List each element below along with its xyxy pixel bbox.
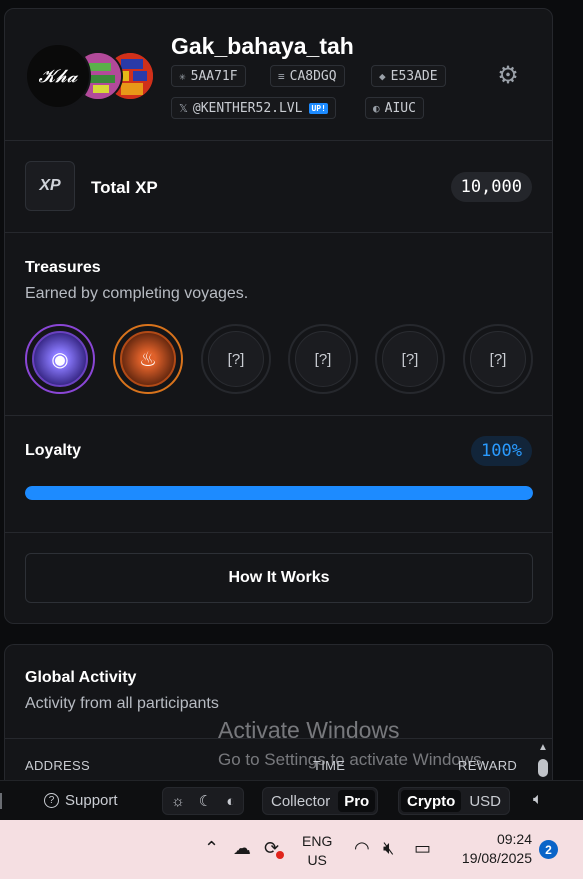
help-circle-icon: ? bbox=[44, 793, 59, 808]
profile-header: 𝓚𝓱𝓪 Gak_bahaya_tah ✳ 5AA71F ≡ CA8DGQ ◆ E… bbox=[5, 9, 552, 141]
treasures-subtitle: Earned by completing voyages. bbox=[25, 285, 249, 302]
chip-label: CA8DGQ bbox=[289, 68, 337, 84]
system-clock[interactable]: 09:24 19/08/2025 bbox=[452, 830, 532, 868]
activation-watermark-title: Activate Windows bbox=[218, 717, 400, 743]
chip-label: AIUC bbox=[384, 100, 416, 116]
activation-watermark-subtitle: Go to Settings to activate Windows. bbox=[218, 750, 487, 769]
scroll-up-icon[interactable]: ▲ bbox=[538, 742, 548, 753]
loyalty-progress-bar bbox=[25, 486, 533, 500]
treasure-badge-earned[interactable]: ♨ bbox=[113, 324, 183, 394]
avatar-text: 𝓚𝓱𝓪 bbox=[38, 65, 78, 86]
currency-toggle: Crypto USD bbox=[398, 787, 511, 815]
ethereum-icon: ◆ bbox=[379, 69, 386, 83]
currency-option-crypto[interactable]: Crypto bbox=[401, 790, 462, 812]
column-header-address[interactable]: ADDRESS bbox=[25, 758, 90, 773]
support-link[interactable]: ? Support bbox=[44, 792, 118, 809]
question-icon: [?] bbox=[295, 331, 351, 387]
language-indicator[interactable]: ENG US bbox=[302, 832, 332, 870]
treasure-list: ◉ ♨ [?] [?] [?] [?] bbox=[25, 324, 535, 394]
xp-value: 10,000 bbox=[450, 172, 532, 202]
how-it-works-section: How It Works bbox=[5, 533, 552, 623]
swirl-icon: ◉ bbox=[32, 331, 88, 387]
chip-label: 5AA71F bbox=[190, 68, 238, 84]
treasures-section: Treasures Earned by completing voyages. … bbox=[5, 233, 552, 416]
contrast-icon[interactable]: ◐ bbox=[220, 790, 241, 812]
theme-toggle: ☼ ☾ ◐ bbox=[162, 787, 245, 815]
cloud-offline-icon[interactable]: ☁ bbox=[233, 838, 251, 859]
muted-speaker-icon[interactable]: 🔇︎ bbox=[383, 838, 394, 859]
x-icon: 𝕏 bbox=[179, 101, 188, 115]
loyalty-section: Loyalty 100% bbox=[5, 416, 552, 533]
region-code: US bbox=[307, 852, 327, 868]
notification-count-badge[interactable]: 2 bbox=[539, 840, 558, 859]
scroll-thumb[interactable] bbox=[538, 759, 548, 777]
avatar[interactable]: 𝓚𝓱𝓪 bbox=[25, 43, 91, 109]
chip-label: @KENTHER52.LVL bbox=[192, 100, 303, 116]
profile-card: 𝓚𝓱𝓪 Gak_bahaya_tah ✳ 5AA71F ≡ CA8DGQ ◆ E… bbox=[4, 8, 553, 624]
language-code: ENG bbox=[302, 833, 333, 849]
wallet-chip-1[interactable]: ✳ 5AA71F bbox=[171, 65, 246, 87]
currency-option-usd[interactable]: USD bbox=[463, 790, 507, 812]
question-icon: [?] bbox=[470, 331, 526, 387]
xp-logo-icon: XP bbox=[25, 161, 75, 211]
treasure-badge-locked[interactable]: [?] bbox=[375, 324, 445, 394]
app-footer-bar: ? Support ☼ ☾ ◐ Collector Pro Crypto USD… bbox=[0, 780, 583, 820]
discord-chip[interactable]: ◐ AIUC bbox=[365, 97, 424, 119]
speaker-icon[interactable]: 🔈︎ bbox=[533, 791, 543, 809]
activity-title: Global Activity bbox=[25, 669, 137, 686]
xp-label: Total XP bbox=[91, 178, 158, 197]
treasure-badge-locked[interactable]: [?] bbox=[288, 324, 358, 394]
wifi-icon[interactable]: ◠ bbox=[354, 838, 370, 859]
wallet-chip-2[interactable]: ≡ CA8DGQ bbox=[270, 65, 345, 87]
up-badge: UP! bbox=[309, 102, 328, 114]
stack-icon: ≡ bbox=[278, 69, 285, 83]
mode-toggle: Collector Pro bbox=[262, 787, 379, 815]
treasure-badge-earned[interactable]: ◉ bbox=[25, 324, 95, 394]
battery-icon[interactable]: ▭ bbox=[414, 838, 431, 859]
loyalty-percent: 100% bbox=[471, 436, 532, 466]
support-label: Support bbox=[65, 792, 118, 809]
total-xp-row: XP Total XP 10,000 bbox=[5, 141, 552, 233]
username: Gak_bahaya_tah bbox=[171, 33, 354, 59]
x-account-chip[interactable]: 𝕏 @KENTHER52.LVL UP! bbox=[171, 97, 336, 119]
clock-date: 19/08/2025 bbox=[461, 850, 532, 866]
loyalty-title: Loyalty bbox=[25, 442, 82, 459]
moon-icon[interactable]: ☾ bbox=[193, 790, 218, 812]
question-icon: [?] bbox=[382, 331, 438, 387]
clock-time: 09:24 bbox=[496, 831, 532, 847]
divider bbox=[0, 793, 2, 809]
avatar-group[interactable]: 𝓚𝓱𝓪 bbox=[25, 43, 160, 109]
mode-option-pro[interactable]: Pro bbox=[338, 790, 376, 812]
alert-dot-icon bbox=[276, 851, 284, 859]
treasures-title: Treasures bbox=[25, 259, 101, 276]
sun-icon[interactable]: ☼ bbox=[165, 790, 191, 812]
sparkle-icon: ✳ bbox=[179, 69, 186, 83]
chip-label: E53ADE bbox=[390, 68, 438, 84]
discord-icon: ◐ bbox=[373, 101, 380, 115]
settings-gear-icon[interactable]: ⚙ bbox=[495, 63, 521, 89]
mode-option-collector[interactable]: Collector bbox=[265, 790, 336, 812]
chevron-up-icon[interactable]: ⌃ bbox=[204, 838, 219, 859]
activity-subtitle: Activity from all participants bbox=[25, 695, 219, 712]
loyalty-progress-fill bbox=[25, 486, 533, 500]
treasure-badge-locked[interactable]: [?] bbox=[463, 324, 533, 394]
flame-icon: ♨ bbox=[120, 331, 176, 387]
how-it-works-button[interactable]: How It Works bbox=[25, 553, 533, 603]
wallet-chip-3[interactable]: ◆ E53ADE bbox=[371, 65, 446, 87]
question-icon: [?] bbox=[208, 331, 264, 387]
treasure-badge-locked[interactable]: [?] bbox=[201, 324, 271, 394]
windows-taskbar: ⌃ ☁ ⟳ ENG US ◠ 🔇︎ ▭ 09:24 19/08/2025 2 bbox=[0, 820, 583, 879]
